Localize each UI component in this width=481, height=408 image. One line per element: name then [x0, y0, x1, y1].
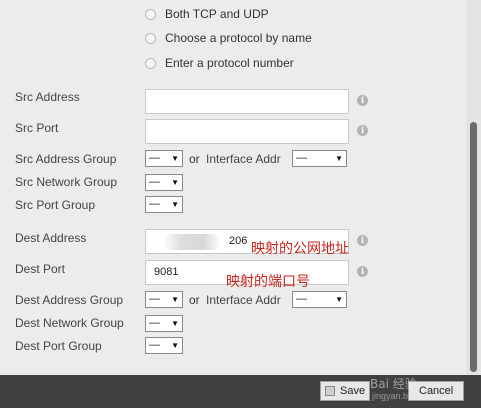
radio-label: Choose a protocol by name	[165, 31, 312, 45]
radio-button[interactable]	[145, 57, 156, 69]
dest-port-group-label: Dest Port Group	[15, 339, 102, 353]
protocol-option-by-name[interactable]: Choose a protocol by name	[145, 31, 312, 45]
select-value: —	[149, 317, 160, 329]
redacted-ip-blur	[163, 234, 221, 250]
scrollbar-thumb[interactable]	[470, 122, 477, 372]
dest-address-group-select[interactable]: — ▼	[145, 291, 183, 308]
save-button-label: Save	[340, 385, 366, 397]
dest-interface-addr-label: Interface Addr	[206, 293, 281, 307]
protocol-option-by-number[interactable]: Enter a protocol number	[145, 56, 294, 70]
radio-button[interactable]	[145, 32, 156, 44]
dropdown-arrow-icon: ▼	[335, 154, 343, 163]
src-port-group-select[interactable]: — ▼	[145, 196, 183, 213]
info-icon[interactable]: i	[357, 235, 368, 246]
dest-network-group-select[interactable]: — ▼	[145, 315, 183, 332]
select-value: —	[149, 293, 160, 305]
src-interface-addr-select[interactable]: — ▼	[292, 150, 347, 167]
dest-address-label: Dest Address	[15, 231, 87, 245]
info-icon[interactable]: i	[357, 95, 368, 106]
select-value: —	[149, 176, 160, 188]
src-address-group-select[interactable]: — ▼	[145, 150, 183, 167]
watermark-url: jingyan.baidu.com	[372, 391, 445, 401]
src-network-group-select[interactable]: — ▼	[145, 174, 183, 191]
save-button[interactable]: Save	[320, 381, 370, 401]
or-label: or	[189, 293, 200, 307]
dropdown-arrow-icon: ▼	[171, 341, 179, 350]
dest-address-annotation: 映射的公网地址	[251, 241, 349, 257]
dest-port-label: Dest Port	[15, 262, 66, 276]
dest-interface-addr-select[interactable]: — ▼	[292, 291, 347, 308]
dest-address-group-label: Dest Address Group	[15, 293, 124, 307]
select-value: —	[296, 152, 307, 164]
src-network-group-label: Src Network Group	[15, 175, 118, 189]
dropdown-arrow-icon: ▼	[171, 295, 179, 304]
info-icon[interactable]: i	[357, 266, 368, 277]
dropdown-arrow-icon: ▼	[335, 295, 343, 304]
src-address-input[interactable]	[145, 89, 349, 114]
src-port-input[interactable]	[145, 119, 349, 144]
select-value: —	[296, 293, 307, 305]
src-address-group-label: Src Address Group	[15, 152, 117, 166]
radio-label: Enter a protocol number	[165, 56, 294, 70]
info-icon[interactable]: i	[357, 125, 368, 136]
dropdown-arrow-icon: ▼	[171, 319, 179, 328]
dest-port-group-select[interactable]: — ▼	[145, 337, 183, 354]
radio-button[interactable]	[145, 8, 156, 20]
select-value: —	[149, 198, 160, 210]
dropdown-arrow-icon: ▼	[171, 178, 179, 187]
select-value: —	[149, 339, 160, 351]
select-value: —	[149, 152, 160, 164]
src-address-label: Src Address	[15, 90, 80, 104]
dropdown-arrow-icon: ▼	[171, 154, 179, 163]
dropdown-arrow-icon: ▼	[171, 200, 179, 209]
src-interface-addr-label: Interface Addr	[206, 152, 281, 166]
dest-network-group-label: Dest Network Group	[15, 316, 124, 330]
or-label: or	[189, 152, 200, 166]
src-port-group-label: Src Port Group	[15, 198, 96, 212]
watermark-logo: Bai 经验	[370, 377, 417, 391]
src-port-label: Src Port	[15, 121, 59, 135]
save-icon	[325, 386, 335, 396]
dest-port-annotation: 映射的端口号	[226, 274, 310, 290]
radio-label: Both TCP and UDP	[165, 7, 269, 21]
protocol-option-tcp-udp[interactable]: Both TCP and UDP	[145, 7, 269, 21]
